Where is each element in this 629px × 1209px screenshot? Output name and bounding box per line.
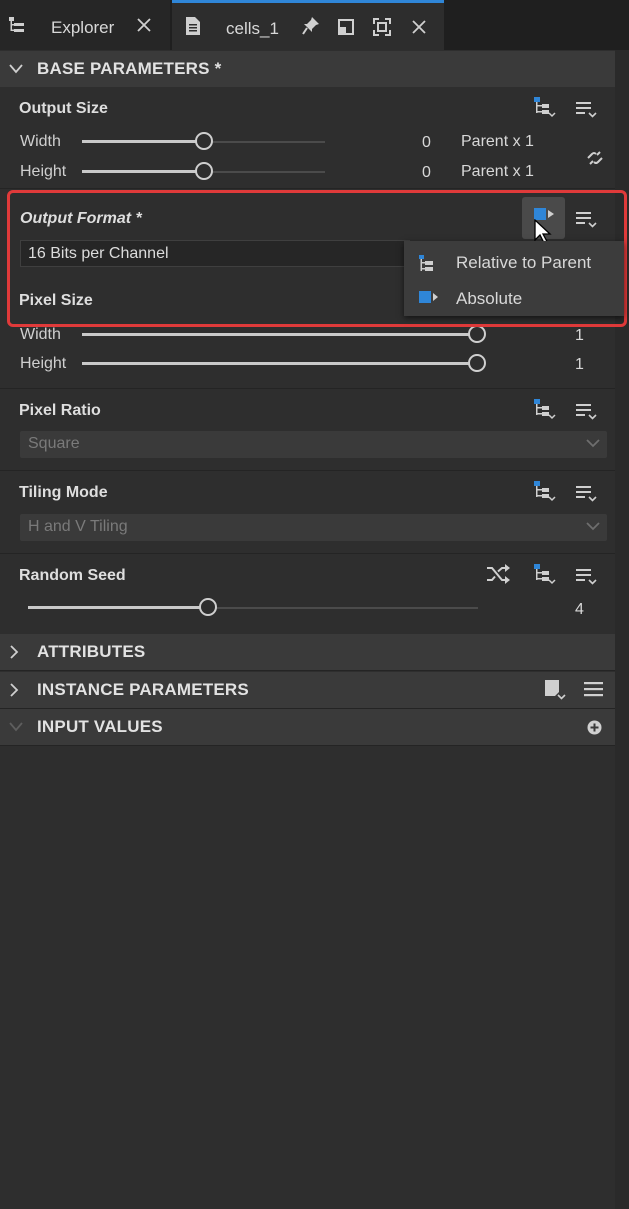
output-height-suffix: Parent x 1	[461, 163, 534, 180]
section-title: ATTRIBUTES	[37, 642, 146, 661]
divider	[0, 188, 615, 189]
pixel-width-label: Width	[20, 326, 61, 343]
divider	[0, 470, 615, 471]
section-input-values[interactable]: INPUT VALUES	[0, 709, 615, 745]
chevron-down-icon	[9, 722, 23, 732]
tab-bar: Explorer cells_1	[0, 0, 629, 50]
format-mode-menu: Relative to Parent Absolute	[404, 241, 624, 316]
divider	[0, 670, 615, 671]
slider-handle[interactable]	[468, 354, 486, 372]
random-seed-value[interactable]: 4	[575, 601, 584, 619]
chevron-right-icon	[9, 683, 19, 697]
tab-explorer-label: Explorer	[51, 18, 115, 37]
absolute-icon	[418, 290, 440, 304]
empty-panel-area	[0, 746, 615, 1209]
tab-cells[interactable]: cells_1	[172, 0, 444, 50]
pixel-ratio-dropdown[interactable]: Square	[20, 431, 607, 458]
section-title: BASE PARAMETERS *	[37, 59, 222, 78]
slider-fill	[82, 333, 477, 336]
tiling-mode-value: H and V Tiling	[28, 518, 128, 535]
slider-fill	[28, 606, 208, 609]
tab-cells-label: cells_1	[226, 19, 279, 38]
tiling-mode-dropdown[interactable]: H and V Tiling	[20, 514, 607, 541]
slider-handle[interactable]	[199, 598, 217, 616]
section-instance-parameters[interactable]: INSTANCE PARAMETERS	[0, 672, 615, 708]
random-seed-title: Random Seed	[19, 567, 126, 584]
slider-handle[interactable]	[194, 132, 213, 150]
pixel-height-value[interactable]: 1	[575, 356, 584, 374]
hierarchy-icon	[8, 16, 26, 34]
pixel-ratio-value: Square	[28, 435, 80, 452]
maximize-icon[interactable]	[373, 18, 391, 36]
unlink-icon[interactable]	[585, 148, 605, 168]
tiling-mode-title: Tiling Mode	[19, 484, 108, 501]
chevron-down-icon	[585, 520, 601, 532]
options-menu-icon[interactable]	[576, 99, 598, 119]
shuffle-icon[interactable]	[486, 563, 512, 585]
list-menu-icon[interactable]	[584, 681, 604, 699]
menu-item-relative-to-parent[interactable]: Relative to Parent	[404, 243, 624, 279]
output-height-label: Height	[20, 163, 67, 180]
options-menu-icon[interactable]	[576, 401, 598, 421]
section-title: INPUT VALUES	[37, 717, 163, 736]
divider	[0, 553, 615, 554]
relative-to-parent-icon[interactable]	[533, 398, 557, 420]
chevron-right-icon	[9, 645, 19, 659]
close-icon[interactable]	[136, 17, 152, 33]
chevron-down-icon	[9, 64, 23, 74]
preset-icon[interactable]	[543, 678, 567, 702]
close-icon[interactable]	[411, 19, 427, 35]
add-icon[interactable]	[587, 720, 602, 735]
options-menu-icon[interactable]	[576, 566, 598, 586]
output-width-label: Width	[20, 133, 61, 150]
slider-fill	[82, 170, 204, 173]
pixel-ratio-title: Pixel Ratio	[19, 402, 101, 419]
document-icon	[185, 16, 201, 36]
chevron-down-icon	[585, 437, 601, 449]
divider	[0, 388, 615, 389]
output-width-value[interactable]: 0	[422, 134, 431, 152]
slider-handle[interactable]	[468, 325, 486, 343]
pin-icon[interactable]	[302, 16, 320, 36]
slider-fill	[82, 362, 477, 365]
slider-fill	[82, 140, 204, 143]
float-window-icon[interactable]	[338, 19, 354, 35]
relative-to-parent-icon	[418, 255, 436, 273]
tab-explorer[interactable]: Explorer	[0, 0, 170, 50]
section-title: INSTANCE PARAMETERS	[37, 680, 249, 699]
menu-item-absolute[interactable]: Absolute	[404, 279, 624, 315]
slider-handle[interactable]	[194, 162, 213, 180]
section-attributes[interactable]: ATTRIBUTES	[0, 634, 615, 670]
output-height-value[interactable]: 0	[422, 164, 431, 182]
output-size-title: Output Size	[19, 100, 108, 117]
relative-to-parent-icon[interactable]	[533, 96, 557, 118]
pixel-width-value[interactable]: 1	[575, 327, 584, 345]
relative-to-parent-icon[interactable]	[533, 563, 557, 585]
options-menu-icon[interactable]	[576, 483, 598, 503]
menu-item-label: Relative to Parent	[456, 253, 592, 272]
pixel-height-label: Height	[20, 355, 67, 372]
relative-to-parent-icon[interactable]	[533, 480, 557, 502]
menu-item-label: Absolute	[456, 289, 523, 308]
output-width-suffix: Parent x 1	[461, 133, 534, 150]
section-base-parameters[interactable]: BASE PARAMETERS *	[0, 51, 615, 87]
